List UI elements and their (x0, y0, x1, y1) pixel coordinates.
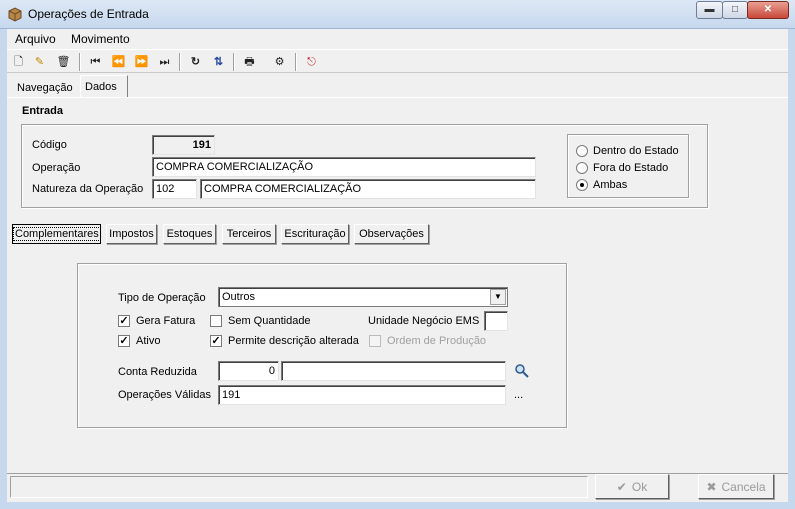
tab-estoques[interactable]: Estoques (163, 224, 216, 244)
check-icon: ✔ (616, 479, 627, 494)
radio-label: Fora do Estado (593, 162, 669, 174)
radio-dot (576, 145, 588, 157)
menu-arquivo[interactable]: Arquivo (15, 32, 56, 46)
checkbox-box: ✓ (210, 335, 222, 347)
operacao-field[interactable]: COMPRA COMERCIALIZAÇÃO (152, 157, 536, 177)
radio-dot (576, 179, 588, 191)
section-title-entrada: Entrada (22, 105, 63, 117)
toolbar-separator (179, 53, 181, 71)
toolbar-separator (295, 53, 297, 71)
unidade-negocio-label: Unidade Negócio EMS (368, 315, 480, 327)
radio-label: Dentro do Estado (593, 145, 679, 157)
delete-icon[interactable]: 🗑 (55, 54, 72, 70)
unidade-negocio-field[interactable] (484, 311, 508, 331)
window-frame-left (0, 29, 7, 509)
tipo-operacao-value: Outros (222, 291, 256, 303)
tab-observacoes[interactable]: Observações (354, 224, 429, 244)
checkbox-label: Ativo (136, 335, 161, 347)
new-icon[interactable]: 🗋 (10, 54, 27, 70)
operacoes-validas-ellipsis-button[interactable]: ... (514, 389, 523, 401)
operacoes-validas-field[interactable]: 191 (218, 385, 506, 405)
conta-reduzida-label: Conta Reduzida (118, 366, 197, 378)
natureza-code-field[interactable]: 102 (152, 179, 197, 199)
ativo-checkbox[interactable]: ✓ Ativo (118, 335, 160, 347)
window-title: Operações de Entrada (28, 7, 149, 21)
ok-button[interactable]: ✔ Ok (595, 474, 669, 499)
last-record-icon[interactable]: ⏭ (156, 54, 173, 70)
toolbar-separator (233, 53, 235, 71)
main-tabs: Navegação Dados (7, 74, 788, 98)
next-record-icon[interactable]: ⏩ (133, 54, 150, 70)
cancel-label: Cancela (721, 479, 766, 494)
checkbox-box (210, 315, 222, 327)
checkbox-label: Permite descrição alterada (228, 335, 359, 347)
window-frame-right (788, 29, 795, 509)
menu-movimento[interactable]: Movimento (71, 32, 130, 46)
cancel-button[interactable]: ✖ Cancela (698, 474, 774, 499)
chevron-down-icon[interactable]: ▼ (490, 289, 506, 305)
refresh-icon[interactable]: ↻ (187, 54, 204, 70)
natureza-label: Natureza da Operação (32, 183, 144, 195)
properties-icon[interactable]: ⚙ (271, 54, 288, 70)
tab-complementares[interactable]: Complementares (12, 224, 101, 244)
tab-terceiros[interactable]: Terceiros (222, 224, 276, 244)
cancel-icon: ✖ (706, 479, 717, 494)
edit-icon[interactable]: ✎ (31, 54, 48, 70)
tipo-operacao-select[interactable]: Outros ▼ (218, 287, 508, 307)
tab-dados[interactable]: Dados (80, 75, 128, 98)
permite-descricao-checkbox[interactable]: ✓ Permite descrição alterada (210, 335, 359, 347)
previous-record-icon[interactable]: ⏪ (110, 54, 127, 70)
exit-icon[interactable]: ⎋ (303, 54, 320, 70)
sort-icon[interactable]: ⇅ (210, 54, 227, 70)
radio-dentro-estado[interactable]: Dentro do Estado (576, 145, 679, 157)
operacoes-validas-label: Operações Válidas (118, 389, 211, 401)
radio-fora-estado[interactable]: Fora do Estado (576, 162, 668, 174)
toolbar: 🗋 ✎ 🗑 ⏮ ⏪ ⏩ ⏭ ↻ ⇅ 🖶 ⚙ ⎋ (7, 49, 788, 73)
maximize-button[interactable]: □ (722, 1, 748, 19)
tab-escrituracao[interactable]: Escrituração (281, 224, 349, 244)
window-frame-bottom (0, 502, 795, 509)
menu-bar: Arquivo Movimento (7, 29, 788, 48)
tab-impostos[interactable]: Impostos (106, 224, 157, 244)
checkbox-label: Sem Quantidade (228, 315, 311, 327)
sem-quantidade-checkbox[interactable]: Sem Quantidade (210, 315, 311, 327)
minimize-button[interactable]: ▬ (696, 1, 723, 19)
codigo-label: Código (32, 139, 67, 151)
checkbox-box: ✓ (118, 315, 130, 327)
tab-label: Complementares (13, 227, 101, 241)
checkbox-label: Gera Fatura (136, 315, 196, 327)
radio-label: Ambas (593, 179, 628, 191)
operacao-label: Operação (32, 162, 81, 174)
natureza-desc-field[interactable]: COMPRA COMERCIALIZAÇÃO (200, 179, 536, 199)
conta-reduzida-field[interactable]: 0 (218, 361, 279, 381)
search-icon[interactable] (514, 363, 530, 379)
close-button[interactable]: ✕ (747, 1, 789, 19)
gera-fatura-checkbox[interactable]: ✓ Gera Fatura (118, 315, 195, 327)
title-bar: Operações de Entrada ▬ □ ✕ (0, 0, 795, 29)
tipo-operacao-label: Tipo de Operação (118, 292, 206, 304)
codigo-field: 191 (152, 135, 215, 155)
ok-label: Ok (631, 479, 648, 494)
checkbox-box: ✓ (118, 335, 130, 347)
radio-ambas[interactable]: Ambas (576, 179, 627, 191)
app-icon (8, 7, 22, 22)
first-record-icon[interactable]: ⏮ (87, 54, 104, 70)
status-panel (10, 476, 588, 498)
checkbox-label: Ordem de Produção (387, 335, 487, 347)
tab-navegacao[interactable]: Navegação (13, 77, 83, 99)
radio-dot (576, 162, 588, 174)
toolbar-separator (79, 53, 81, 71)
ordem-producao-checkbox: Ordem de Produção (369, 335, 486, 347)
checkbox-box (369, 335, 381, 347)
print-icon[interactable]: 🖶 (241, 54, 258, 70)
conta-desc-field[interactable] (281, 361, 506, 381)
